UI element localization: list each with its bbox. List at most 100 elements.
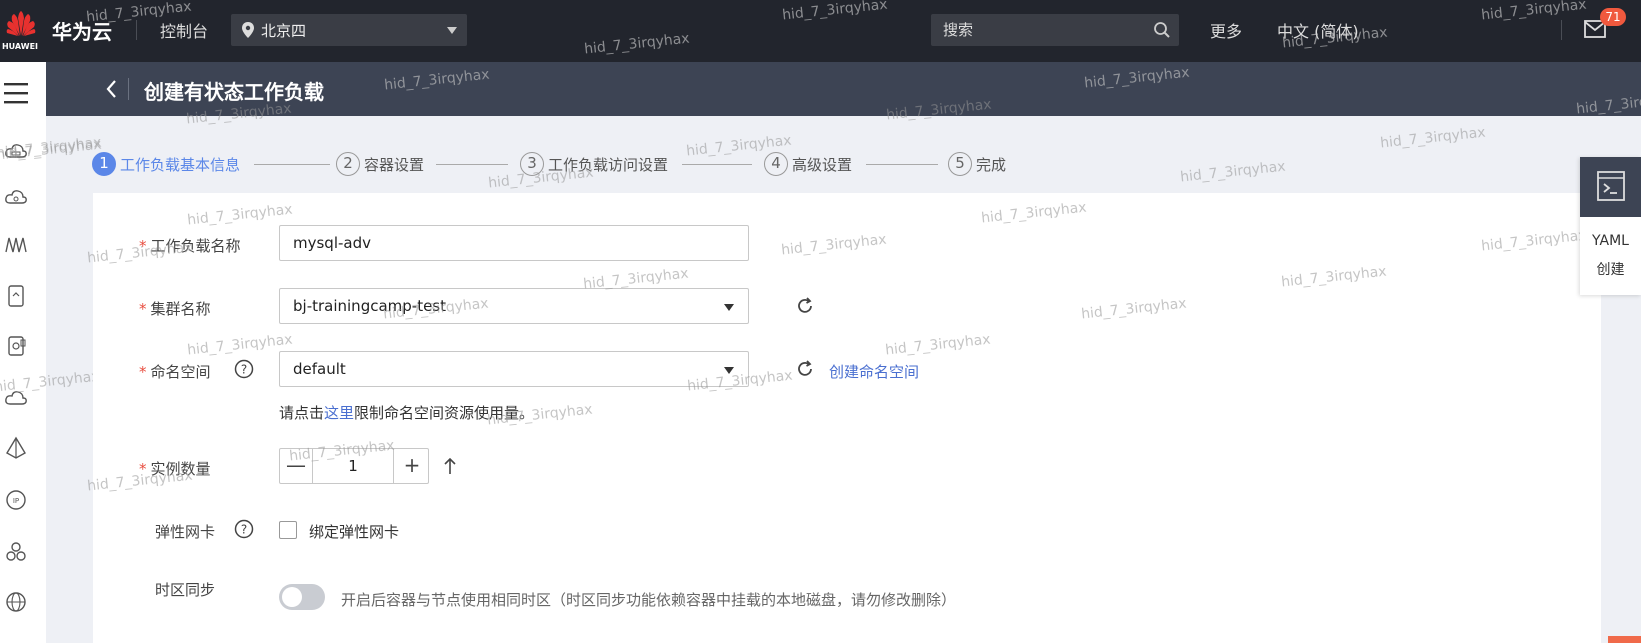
- namespace-hint: 请点击这里限制命名空间资源使用量。: [279, 402, 534, 423]
- refresh-icon[interactable]: [796, 297, 814, 315]
- logo-text: HUAWEI: [1, 42, 39, 51]
- step-access-settings[interactable]: 3 工作负载访问设置: [520, 150, 668, 178]
- workload-name-input[interactable]: mysql-adv: [279, 225, 749, 261]
- region-selector[interactable]: 北京四: [231, 14, 467, 46]
- step-label: 工作负载基本信息: [120, 155, 241, 174]
- step-number: 2: [336, 152, 360, 176]
- yaml-panel-header: [1580, 157, 1641, 217]
- label-text: 实例数量: [150, 460, 211, 478]
- hint-suffix: 限制命名空间资源使用量。: [354, 404, 535, 422]
- page-header: 创建有状态工作负载 hid_7_3irqyhax hid_7_3irqyhax …: [46, 62, 1641, 118]
- create-namespace-link[interactable]: 创建命名空间: [829, 361, 919, 382]
- watermark: hid_7_3irqyhax: [186, 331, 294, 359]
- search-input[interactable]: [931, 14, 1141, 46]
- watermark: hid_7_3irqyhax: [1379, 124, 1487, 152]
- step-basic-info[interactable]: 1 工作负载基本信息: [92, 150, 240, 178]
- huawei-petals-icon: [6, 11, 36, 36]
- search-box[interactable]: [931, 14, 1179, 46]
- instances-stepper[interactable]: — 1 +: [279, 448, 429, 484]
- watermark: hid_7_3irqyhax: [1083, 64, 1191, 92]
- page-title: 创建有状态工作负载: [144, 80, 324, 104]
- huawei-logo[interactable]: HUAWEI: [0, 8, 40, 56]
- step-label: 完成: [976, 155, 1007, 174]
- watermark: hid_7_3irqyhax: [1480, 0, 1588, 24]
- increment-button[interactable]: +: [396, 449, 428, 483]
- location-pin-icon: [242, 22, 254, 38]
- top-navigation-bar: HUAWEI 华为云 控制台 北京四 更多 中文 (简体) 71 hid_7_3…: [0, 0, 1641, 62]
- feedback-tab[interactable]: [1608, 636, 1641, 643]
- brand-name[interactable]: 华为云: [52, 16, 112, 45]
- watermark: hid_7_3irqyhax: [980, 199, 1088, 227]
- select-value: default: [293, 360, 346, 378]
- step-connector: [682, 164, 752, 165]
- yaml-create-panel[interactable]: YAML 创建: [1580, 157, 1641, 295]
- cloud-container-icon[interactable]: [4, 186, 28, 210]
- database-icon[interactable]: [4, 334, 28, 358]
- watermark: hid_7_3irqyhax: [1575, 90, 1641, 118]
- namespace-select[interactable]: default: [279, 351, 749, 387]
- timezone-sync-toggle[interactable]: [279, 584, 325, 610]
- select-value: bj-trainingcamp-test: [293, 297, 447, 315]
- watermark: hid_7_3irqyhax: [1280, 263, 1388, 291]
- refresh-icon[interactable]: [796, 360, 814, 378]
- cluster-label: * 集群名称: [139, 298, 211, 319]
- step-complete[interactable]: 5 完成: [948, 150, 1006, 178]
- hint-prefix: 请点击: [279, 404, 325, 422]
- required-mark: *: [139, 460, 147, 478]
- toggle-knob: [282, 587, 302, 607]
- more-menu[interactable]: 更多: [1210, 18, 1242, 42]
- step-advanced-settings[interactable]: 4 高级设置: [764, 150, 852, 178]
- svg-text:?: ?: [241, 363, 247, 377]
- search-icon[interactable]: [1153, 21, 1171, 39]
- cluster-icon[interactable]: [4, 540, 28, 564]
- yaml-label: YAML: [1592, 233, 1629, 249]
- chevron-down-icon: [724, 304, 734, 311]
- svg-text:?: ?: [241, 523, 247, 537]
- watermark: hid_7_3irqyhax: [1179, 158, 1287, 186]
- step-container-settings[interactable]: 2 容器设置: [336, 150, 424, 178]
- cluster-select[interactable]: bj-trainingcamp-test: [279, 288, 749, 324]
- globe-icon[interactable]: [4, 590, 28, 614]
- bind-eni-checkbox[interactable]: [279, 521, 297, 539]
- label-text: 命名空间: [150, 363, 211, 381]
- cloud-icon[interactable]: [4, 386, 28, 410]
- instances-value[interactable]: 1: [312, 449, 394, 483]
- required-mark: *: [139, 237, 147, 255]
- cloud-server-icon[interactable]: [4, 140, 28, 164]
- step-connector: [254, 164, 330, 165]
- label-text: 集群名称: [150, 300, 211, 318]
- step-number: 1: [92, 152, 116, 176]
- step-label: 工作负载访问设置: [548, 155, 669, 174]
- here-link[interactable]: 这里: [324, 404, 354, 422]
- language-selector[interactable]: 中文 (简体): [1277, 18, 1359, 42]
- terminal-icon: [1597, 171, 1625, 201]
- chevron-down-icon: [447, 27, 457, 34]
- ip-icon[interactable]: IP: [4, 488, 28, 512]
- watermark: hid_7_3irqyhax: [383, 66, 491, 94]
- storage-icon[interactable]: [4, 284, 28, 308]
- create-label: 创建: [1596, 262, 1625, 278]
- arrow-up-icon[interactable]: [443, 457, 457, 475]
- step-connector: [866, 164, 938, 165]
- back-arrow-icon[interactable]: [104, 78, 118, 100]
- watermark: hid_7_3irqyhax: [781, 0, 889, 24]
- decrement-button[interactable]: —: [280, 449, 312, 483]
- watermark: hid_7_3irqyhax: [583, 30, 691, 58]
- notification-badge: 71: [1600, 8, 1626, 26]
- required-mark: *: [139, 363, 147, 381]
- network-icon[interactable]: [4, 232, 28, 256]
- console-link[interactable]: 控制台: [160, 18, 208, 42]
- watermark: hid_7_3irqyhax: [1480, 227, 1588, 255]
- help-icon[interactable]: ?: [234, 519, 254, 539]
- timezone-label: 时区同步: [155, 581, 216, 599]
- svg-text:IP: IP: [13, 497, 19, 505]
- watermark: hid_7_3irqyhax: [186, 201, 294, 229]
- help-icon[interactable]: ?: [234, 359, 254, 379]
- menu-icon[interactable]: [4, 82, 28, 104]
- region-label: 北京四: [261, 22, 307, 40]
- eni-label: 弹性网卡: [155, 523, 216, 541]
- workload-name-label: * 工作负载名称: [139, 235, 241, 256]
- required-mark: *: [139, 300, 147, 318]
- pyramid-icon[interactable]: [4, 436, 28, 460]
- divider: [1561, 20, 1562, 40]
